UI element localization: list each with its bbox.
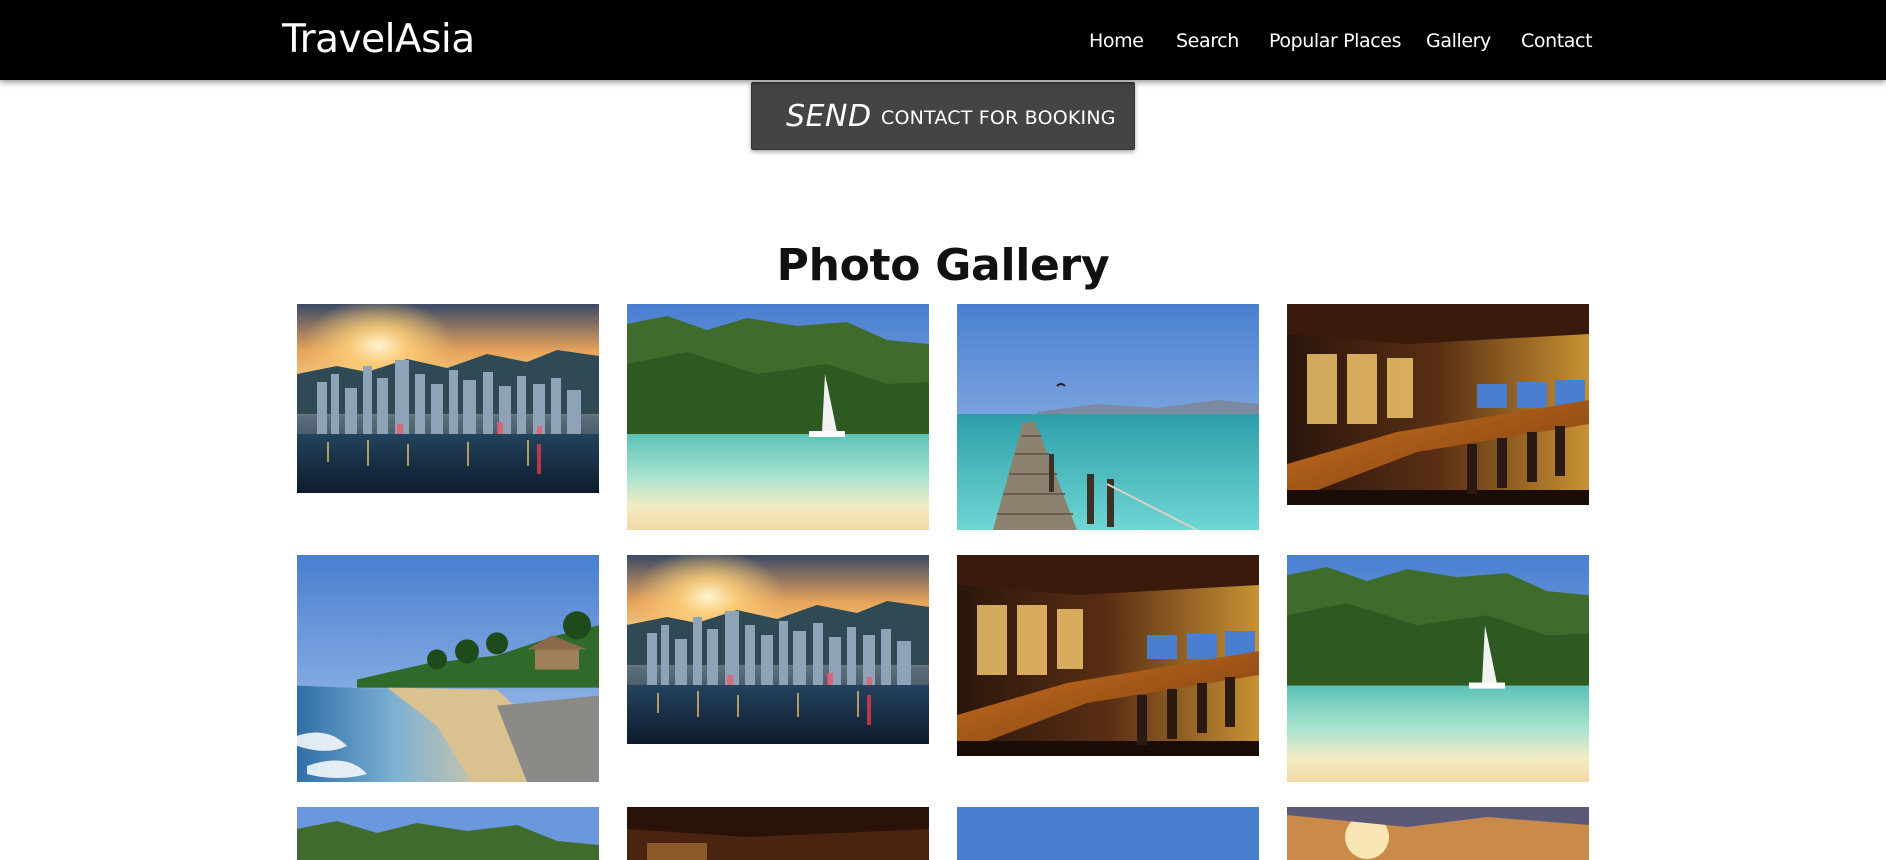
wooden-pier-image: [957, 807, 1259, 860]
gallery-photo-palm-beach[interactable]: [297, 555, 599, 782]
tropical-bay-image: [1287, 555, 1589, 782]
gallery-photo-bar-interior[interactable]: [627, 807, 929, 860]
palm-beach-image: [297, 555, 599, 782]
nav-home[interactable]: Home: [1089, 29, 1144, 53]
nav-search[interactable]: Search: [1176, 29, 1239, 53]
gallery-photo-city-skyline[interactable]: [627, 555, 929, 744]
main-nav: Home Search Popular Places Gallery Conta…: [0, 0, 1886, 80]
city-skyline-image: [627, 555, 929, 744]
tropical-bay-image: [627, 304, 929, 530]
gallery-photo-wooden-pier[interactable]: [957, 304, 1259, 530]
send-label: SEND: [786, 99, 872, 134]
bar-interior-image: [1287, 304, 1589, 505]
bar-interior-image: [627, 807, 929, 860]
gallery-photo-tropical-bay[interactable]: [627, 304, 929, 530]
top-navbar: TravelAsia Home Search Popular Places Ga…: [0, 0, 1886, 80]
tropical-bay-image: [297, 807, 599, 860]
gallery-title: Photo Gallery: [776, 240, 1110, 291]
nav-gallery[interactable]: Gallery: [1426, 29, 1491, 53]
contact-for-booking-button[interactable]: SEND CONTACT FOR BOOKING: [751, 82, 1135, 150]
gallery-photo-bar-interior[interactable]: [1287, 304, 1589, 505]
gallery-photo-tropical-bay[interactable]: [297, 807, 599, 860]
gallery-photo-bar-interior[interactable]: [957, 555, 1259, 756]
booking-label: CONTACT FOR BOOKING: [881, 107, 1116, 129]
gallery-photo-city-skyline[interactable]: [1287, 807, 1589, 860]
nav-popular-places[interactable]: Popular Places: [1269, 29, 1402, 53]
nav-contact[interactable]: Contact: [1521, 29, 1593, 53]
gallery-photo-wooden-pier[interactable]: [957, 807, 1259, 860]
gallery-photo-tropical-bay[interactable]: [1287, 555, 1589, 782]
bar-interior-image: [957, 555, 1259, 756]
city-skyline-image: [1287, 807, 1589, 860]
city-skyline-image: [297, 304, 599, 493]
gallery-photo-city-skyline[interactable]: [297, 304, 599, 493]
wooden-pier-image: [957, 304, 1259, 530]
